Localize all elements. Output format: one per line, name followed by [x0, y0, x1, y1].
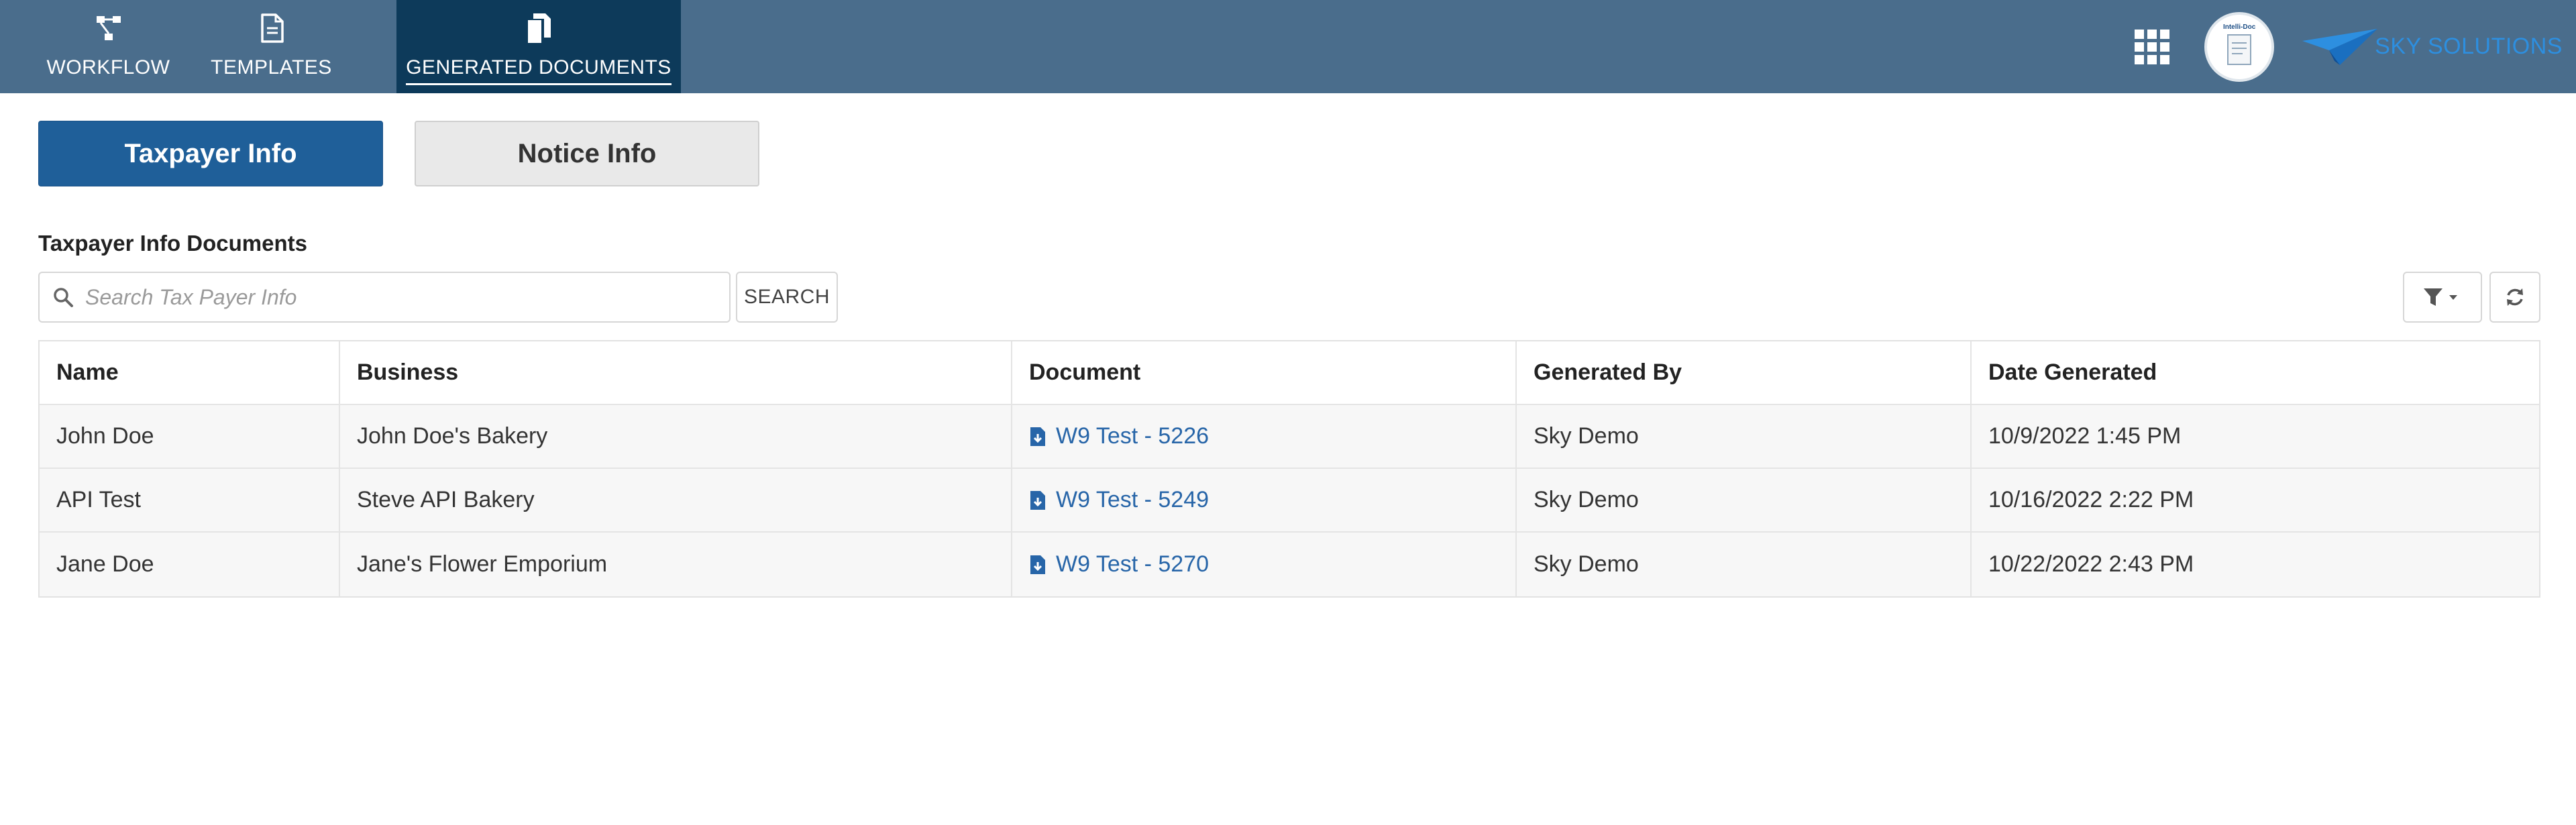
file-download-icon	[1029, 426, 1046, 447]
copy-documents-icon	[523, 12, 555, 44]
table-header-row: Name Business Document Generated By Date…	[40, 341, 2539, 405]
nav-item-label: TEMPLATES	[211, 56, 332, 78]
documents-table: Name Business Document Generated By Date…	[38, 340, 2540, 598]
document-icon	[256, 12, 288, 44]
cell-name: John Doe	[40, 405, 340, 468]
cell-name: API Test	[40, 469, 340, 531]
table-row: API Test Steve API Bakery W9 Test - 5249…	[40, 469, 2539, 533]
nav-item-label: GENERATED DOCUMENTS	[406, 56, 672, 85]
filter-dropdown-button[interactable]	[2403, 272, 2482, 323]
cell-business: Steve API Bakery	[340, 469, 1012, 531]
cell-generated-by: Sky Demo	[1517, 405, 1972, 468]
header-right-cluster: Intelli-Doc SKY SOLUTIONS	[2133, 0, 2576, 93]
cell-date-generated: 10/16/2022 2:22 PM	[1988, 487, 2194, 512]
nav-item-generated-documents[interactable]: GENERATED DOCUMENTS	[396, 0, 681, 93]
column-header-generated-by[interactable]: Generated By	[1517, 341, 1972, 404]
search-input[interactable]	[84, 284, 690, 311]
section-title: Taxpayer Info Documents	[38, 231, 307, 256]
avatar-label: Intelli-Doc	[2222, 23, 2256, 31]
document-link-label: W9 Test - 5249	[1056, 487, 1210, 512]
tab-notice-info[interactable]: Notice Info	[415, 121, 759, 186]
cell-business: John Doe's Bakery	[340, 405, 1012, 468]
cell-business: Jane's Flower Emporium	[340, 533, 1012, 596]
column-header-name[interactable]: Name	[40, 341, 340, 404]
table-row: Jane Doe Jane's Flower Emporium W9 Test …	[40, 533, 2539, 596]
filter-icon	[2424, 288, 2457, 306]
cell-generated-by: Sky Demo	[1517, 533, 1972, 596]
refresh-icon	[2507, 288, 2523, 306]
grid-apps-icon[interactable]	[2133, 28, 2171, 66]
document-link[interactable]: W9 Test - 5249	[1029, 487, 1209, 513]
nav-item-templates[interactable]: TEMPLATES	[190, 0, 353, 93]
search-button[interactable]: SEARCH	[736, 272, 838, 323]
tab-taxpayer-info[interactable]: Taxpayer Info	[38, 121, 383, 186]
avatar[interactable]: Intelli-Doc	[2204, 11, 2275, 82]
top-navigation-bar: WORKFLOW TEMPLATES GENERATED DOCUMENTS I…	[0, 0, 2576, 93]
search-icon	[52, 286, 74, 309]
cell-name: Jane Doe	[40, 533, 340, 596]
document-link-label: W9 Test - 5226	[1056, 423, 1210, 449]
column-header-document[interactable]: Document	[1012, 341, 1517, 404]
document-link[interactable]: W9 Test - 5270	[1029, 551, 1209, 578]
cell-document: W9 Test - 5226	[1012, 405, 1517, 468]
file-download-icon	[1029, 554, 1046, 575]
cell-date-generated: 10/9/2022 1:45 PM	[1988, 423, 2182, 449]
cell-document: W9 Test - 5270	[1012, 533, 1517, 596]
column-header-business[interactable]: Business	[340, 341, 1012, 404]
search-field	[38, 272, 731, 323]
cell-date-generated: 10/22/2022 2:43 PM	[1988, 551, 2194, 577]
cell-generated-by: Sky Demo	[1517, 469, 1972, 531]
document-icon	[2227, 34, 2252, 65]
document-link[interactable]: W9 Test - 5226	[1029, 423, 1209, 449]
file-download-icon	[1029, 490, 1046, 511]
nav-item-workflow[interactable]: WORKFLOW	[27, 0, 190, 93]
brand-logo: SKY SOLUTIONS	[2300, 23, 2563, 70]
paper-plane-icon	[2302, 28, 2378, 65]
table-row: John Doe John Doe's Bakery W9 Test - 522…	[40, 405, 2539, 469]
brand-name: SKY SOLUTIONS	[2375, 34, 2563, 59]
cell-document: W9 Test - 5249	[1012, 469, 1517, 531]
workflow-icon	[93, 12, 125, 44]
nav-item-label: WORKFLOW	[46, 56, 170, 78]
refresh-button[interactable]	[2489, 272, 2540, 323]
document-link-label: W9 Test - 5270	[1056, 551, 1210, 577]
column-header-date-generated[interactable]: Date Generated	[1972, 341, 2539, 404]
